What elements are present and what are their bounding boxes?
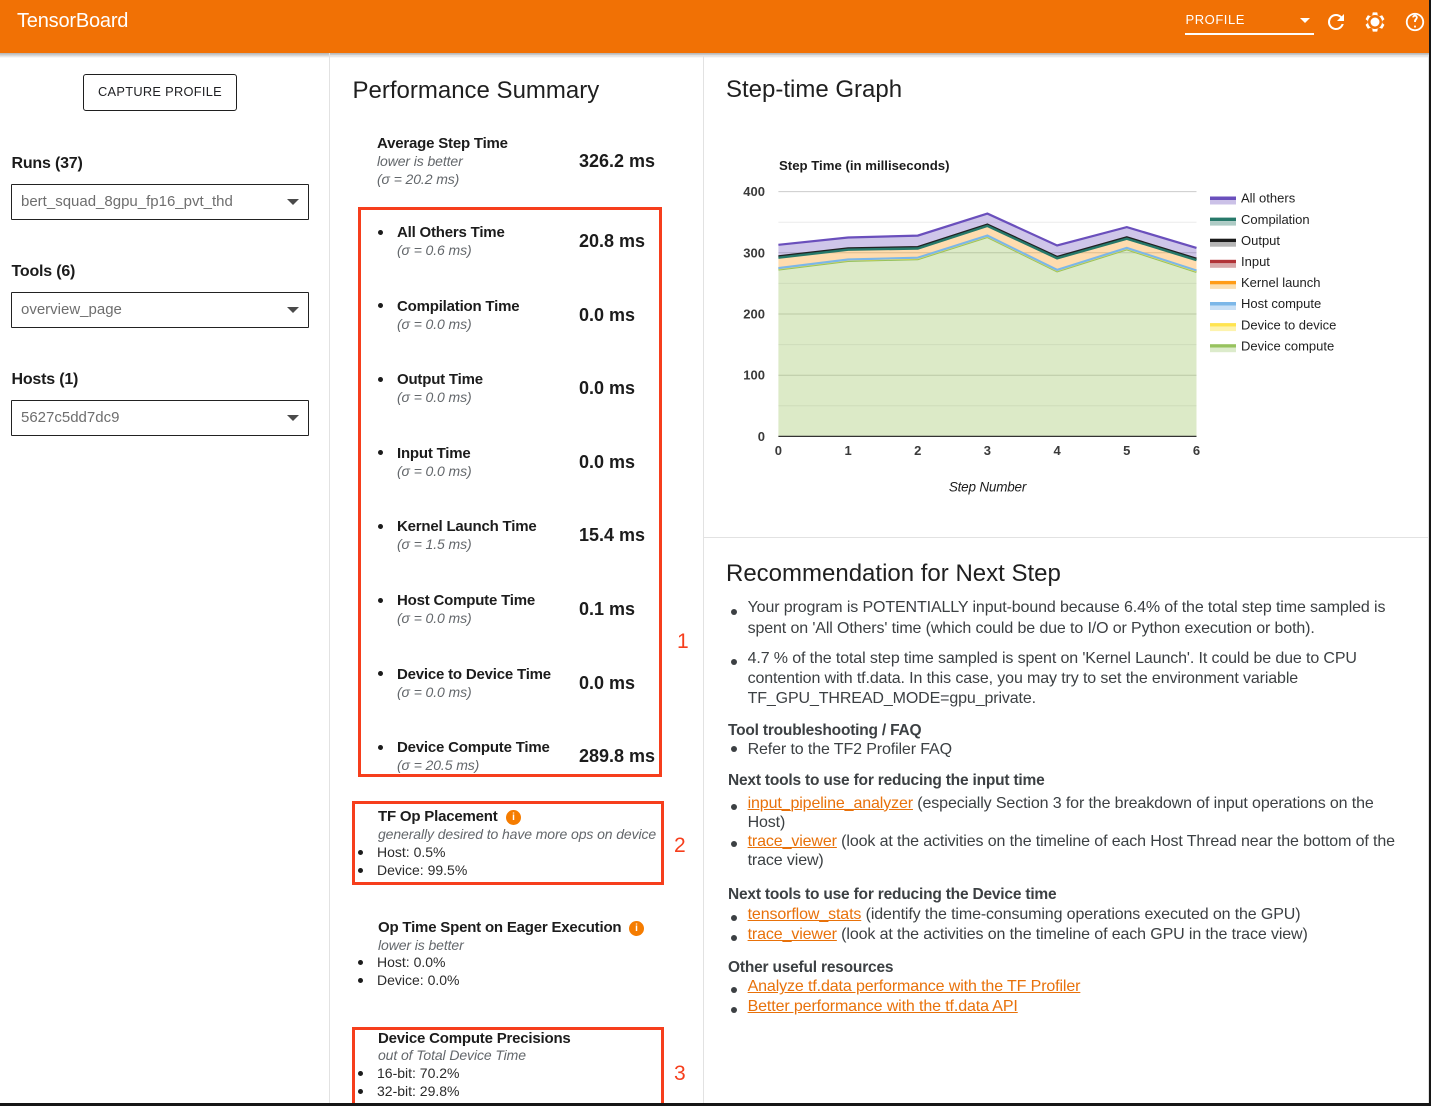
svg-text:Host compute: Host compute [1241,296,1321,311]
svg-text:0: 0 [758,429,765,444]
svg-text:Step Number: Step Number [949,480,1027,495]
svg-text:Input: Input [1241,254,1270,269]
svg-text:All others: All others [1241,191,1296,206]
svg-text:3: 3 [984,443,991,458]
svg-text:400: 400 [743,184,765,199]
svg-text:Device compute: Device compute [1241,338,1334,353]
svg-text:Kernel launch: Kernel launch [1241,275,1321,290]
svg-text:5: 5 [1123,443,1130,458]
svg-text:0: 0 [775,443,782,458]
svg-text:Device to device: Device to device [1241,317,1336,332]
svg-text:Output: Output [1241,233,1280,248]
svg-text:300: 300 [743,245,765,260]
svg-text:4: 4 [1053,443,1061,458]
svg-text:6: 6 [1193,443,1200,458]
svg-text:100: 100 [743,368,765,383]
svg-text:2: 2 [914,443,921,458]
svg-text:200: 200 [743,307,765,322]
svg-text:Compilation: Compilation [1241,212,1310,227]
svg-text:Step Time (in milliseconds): Step Time (in milliseconds) [779,158,950,173]
svg-text:1: 1 [844,443,851,458]
